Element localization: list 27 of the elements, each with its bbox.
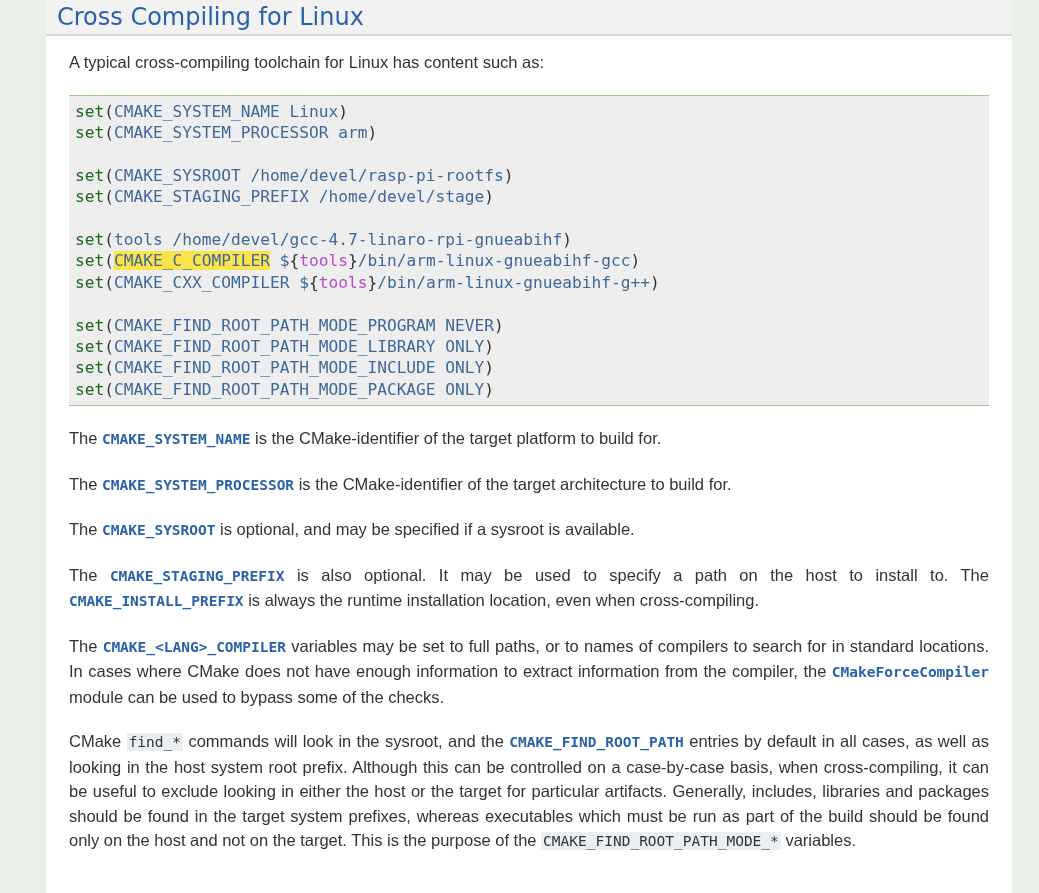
code-line: set(tools /home/devel/gcc-4.7-linaro-rpi-gnueabihf) <box>75 228 574 251</box>
code-line: set(CMAKE_C_COMPILER ${tools}/bin/arm-linux-gnueabihf-gcc) <box>75 250 642 272</box>
code-line: set(CMAKE_FIND_ROOT_PATH_MODE_PROGRAM NEVER) <box>75 314 505 336</box>
code-line: set(CMAKE_CXX_COMPILER ${tools}/bin/arm-linux-gnueabihf-g++) <box>75 271 661 294</box>
reference-link[interactable]: CMAKE_FIND_ROOT_PATH <box>509 734 684 751</box>
reference-link[interactable]: CMAKE_INSTALL_PREFIX <box>69 593 244 610</box>
paragraph: The CMAKE_<LANG>_COMPILER variables may be set to full paths, or to names of compilers to search for in standard locations. In cases where CMake does not have enough information to extract information from the compiler, the CMakeForceCompiler module can be used to bypass some of the checks. <box>69 635 989 708</box>
paragraph: The CMAKE_STAGING_PREFIX is also optional. It may be used to specify a path on the host to install to. The CMAKE_INSTALL_PREFIX is always the runtime installation location, even when cross-compiling. <box>69 564 989 612</box>
section-title: Cross Compiling for Linux <box>57 2 364 32</box>
paragraph: CMake find_* commands will look in the sysroot, and the CMAKE_FIND_ROOT_PATH entries by default in all cases, as well as looking in the host system root prefix. Although this can be controlled on a case-by-case basis, when cross-compiling, it can be useful to exclude looking in either the host or the target for particular artifacts. Generally, includes, libraries and packages should be found in the target system prefixes, whereas executables which must be run as part of the build should be found only on the host and not on the target. This is the purpose of the CMAKE_FIND_ROOT_PATH_MODE_* variables. <box>69 731 989 853</box>
code-line: set(CMAKE_FIND_ROOT_PATH_MODE_PACKAGE ONLY) <box>75 378 496 401</box>
reference-link[interactable]: CMAKE_SYSTEM_NAME <box>102 431 251 448</box>
code-line: set(CMAKE_FIND_ROOT_PATH_MODE_LIBRARY ONLY) <box>75 335 496 358</box>
code-line: set(CMAKE_SYSTEM_NAME Linux) <box>75 100 349 122</box>
reference-link[interactable]: CMakeForceCompiler <box>831 664 989 681</box>
reference-link[interactable]: CMAKE_SYSROOT <box>102 522 216 539</box>
paragraph: The CMAKE_SYSTEM_NAME is the CMake-identifier of the target platform to build for. <box>69 428 663 450</box>
code-line: set(CMAKE_SYSROOT /home/devel/rasp-pi-rootfs) <box>75 164 515 187</box>
reference-link[interactable]: CMAKE_<LANG>_COMPILER <box>102 638 286 655</box>
code-line: set(CMAKE_STAGING_PREFIX /home/devel/stage) <box>75 186 496 208</box>
reference-link[interactable]: CMAKE_STAGING_PREFIX <box>109 567 285 584</box>
code-line: set(CMAKE_FIND_ROOT_PATH_MODE_INCLUDE ONLY) <box>75 357 496 379</box>
reference-link[interactable]: CMAKE_SYSTEM_PROCESSOR <box>102 476 295 493</box>
paragraph: A typical cross-compiling toolchain for Linux has content such as: <box>69 52 546 73</box>
paragraph: The CMAKE_SYSTEM_PROCESSOR is the CMake-identifier of the target architecture to build for. <box>69 473 733 496</box>
code-line: set(CMAKE_SYSTEM_PROCESSOR arm) <box>75 121 379 144</box>
paragraph: The CMAKE_SYSROOT is optional, and may be specified if a sysroot is available. <box>69 519 636 541</box>
